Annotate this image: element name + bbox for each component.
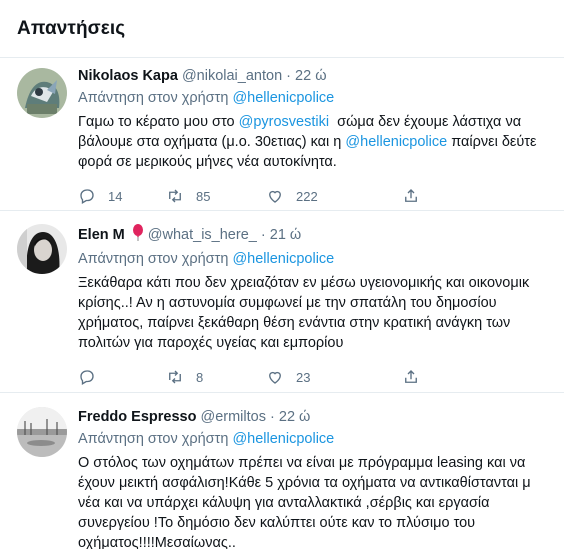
reply-button[interactable]: 14 xyxy=(78,187,166,205)
tweet-text-line: έχουν μεικτή ασφάλιση!Κάθε 5 χρόνια τα ο… xyxy=(78,475,531,491)
avatar[interactable] xyxy=(17,407,67,457)
reply-count: 14 xyxy=(108,188,123,204)
tweet-actions: 8 23 xyxy=(78,367,560,387)
tweet-meta: Elen M @what_is_here_ · 21 ώ xyxy=(78,224,560,247)
separator-dot: · xyxy=(270,409,275,425)
tweet-meta: Freddo Espresso @ermiltos · 22 ώ xyxy=(78,408,560,427)
tweet-text-segment: Γαμω το κέρατο μου στο xyxy=(78,114,239,130)
reply-to-line: Απάντηση στον χρήστη @hellenicpolice xyxy=(78,250,560,269)
author-handle[interactable]: @what_is_here_ xyxy=(148,227,257,243)
tweet-time[interactable]: 22 ώ xyxy=(295,68,326,84)
author-name[interactable]: Elen M xyxy=(78,227,125,243)
replies-header: Απαντήσεις xyxy=(0,0,564,58)
share-icon xyxy=(405,189,417,202)
tweet-text: Ξεκάθαρα κάτι που δεν χρειαζόταν εν μέσω… xyxy=(78,273,560,353)
reply-tweet[interactable]: Freddo Espresso @ermiltos · 22 ώ Απάντησ… xyxy=(0,393,564,549)
reply-to-prefix: Απάντηση στον χρήστη xyxy=(78,251,229,267)
separator-dot: · xyxy=(260,227,266,243)
heart-icon xyxy=(269,371,281,384)
separator-dot: · xyxy=(286,68,292,84)
tweet-actions: 14 85 222 xyxy=(78,186,560,206)
reply-tweet[interactable]: Elen M @what_is_here_ · 21 ώ Απάντηση στ… xyxy=(0,211,564,393)
tweet-text-line: πολιτών για παροχές υγείας και εμπορίου xyxy=(78,335,344,351)
like-count: 222 xyxy=(296,188,318,204)
retweet-icon xyxy=(169,370,181,384)
reply-icon xyxy=(80,370,94,385)
tweet-text-line: Ο στόλος των οχημάτων πρέπει να είναι με… xyxy=(78,455,526,471)
tweet-time[interactable]: 21 ώ xyxy=(270,227,301,243)
author-name[interactable]: Nikolaos Kapa xyxy=(78,68,178,84)
tweet-text-line: συνεργείου !Το δημόσιο δεν καλύπτει ούτε… xyxy=(78,515,476,531)
share-button[interactable] xyxy=(402,187,422,205)
tweet-text-segment: σώμα δεν έχουμε λάστιχα να xyxy=(329,114,522,130)
author-handle[interactable]: @nikolai_anton xyxy=(182,68,282,84)
reply-to-handle-link[interactable]: @hellenicpolice xyxy=(232,431,334,447)
reply-icon xyxy=(80,189,94,204)
retweet-button[interactable]: 8 xyxy=(166,368,266,386)
heart-icon xyxy=(269,190,281,203)
reply-to-line: Απάντηση στον χρήστη @hellenicpolice xyxy=(78,89,560,108)
like-button[interactable]: 222 xyxy=(266,187,366,205)
tweet-text-segment: βάλουμε στα οχήματα (μ.ο. 30ετιας) και η xyxy=(78,134,346,150)
like-button[interactable]: 23 xyxy=(266,368,366,386)
mention-link[interactable]: @pyrosvestiki xyxy=(239,114,329,130)
reply-to-prefix: Απάντηση στον χρήστη xyxy=(78,90,229,106)
tweet-text: Ο στόλος των οχημάτων πρέπει να είναι με… xyxy=(78,453,560,549)
tweet-text-segment: παίρνει δεύτε xyxy=(447,134,537,150)
share-button[interactable] xyxy=(402,368,422,386)
tweet-text-line: κρίσης..! Αν η αστυνομία συμφωνεί με την… xyxy=(78,295,497,311)
share-icon xyxy=(405,370,417,383)
tweet-time[interactable]: 22 ώ xyxy=(279,409,310,425)
author-name[interactable]: Freddo Espresso xyxy=(78,409,196,425)
retweet-count: 85 xyxy=(196,188,211,204)
reply-button[interactable] xyxy=(78,368,166,386)
avatar[interactable] xyxy=(17,224,67,274)
reply-to-handle-link[interactable]: @hellenicpolice xyxy=(232,251,334,267)
reply-to-prefix: Απάντηση στον χρήστη xyxy=(78,431,229,447)
tweet-text-line: Ξεκάθαρα κάτι που δεν χρειαζόταν εν μέσω… xyxy=(78,275,530,291)
reply-to-line: Απάντηση στον χρήστη @hellenicpolice xyxy=(78,430,560,449)
retweet-button[interactable]: 85 xyxy=(166,187,266,205)
replies-title: Απαντήσεις xyxy=(17,18,126,39)
balloon-icon xyxy=(132,224,144,247)
mention-link[interactable]: @hellenicpolice xyxy=(345,134,447,150)
like-count: 23 xyxy=(296,369,311,385)
reply-to-handle-link[interactable]: @hellenicpolice xyxy=(232,90,334,106)
tweet-text-line: νέα και να υπάρχει κάλυψη για ανταλλακτι… xyxy=(78,495,490,511)
tweet-meta: Nikolaos Kapa @nikolai_anton · 22 ώ xyxy=(78,67,560,86)
tweet-text: Γαμω το κέρατο μου στο @pyrosvestiki σώμ… xyxy=(78,112,560,172)
retweet-count: 8 xyxy=(196,369,204,385)
avatar[interactable] xyxy=(17,68,67,118)
retweet-icon xyxy=(169,189,181,203)
tweet-text-line: οχήματος!!!!Μεσαίωνας.. xyxy=(78,535,236,549)
author-handle[interactable]: @ermiltos xyxy=(200,409,265,425)
reply-tweet[interactable]: Nikolaos Kapa @nikolai_anton · 22 ώ Απάν… xyxy=(0,58,564,211)
tweet-text-segment: φορά σε μερικούς μήνες νέα αυτοκίνητα. xyxy=(78,154,337,170)
tweet-text-line: χρήματος, παίρνει ξεκάθαρη θέση ενάντια … xyxy=(78,315,511,331)
